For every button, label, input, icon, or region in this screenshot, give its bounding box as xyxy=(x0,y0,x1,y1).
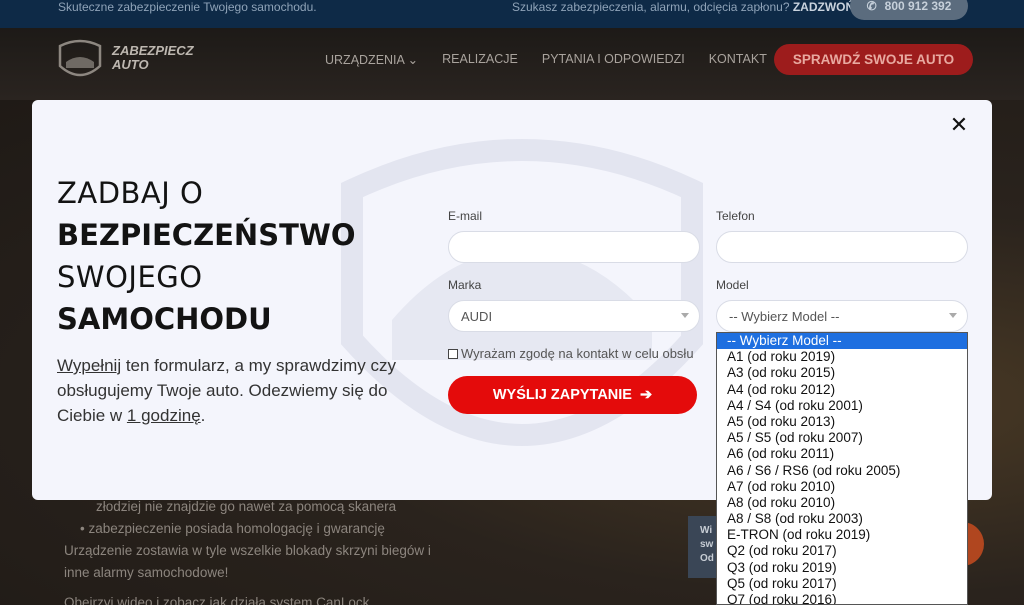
model-option[interactable]: A7 (od roku 2010) xyxy=(717,479,967,495)
model-option[interactable]: A5 / S5 (od roku 2007) xyxy=(717,430,967,446)
email-field[interactable] xyxy=(448,231,700,263)
headline-line-2: BEZPIECZEŃSTWO xyxy=(57,218,356,252)
tagline: Skuteczne zabezpieczenie Twojego samocho… xyxy=(58,0,317,14)
model-option[interactable]: A4 / S4 (od roku 2001) xyxy=(717,398,967,414)
model-option[interactable]: Q3 (od roku 2019) xyxy=(717,560,967,576)
brand-selected-value: AUDI xyxy=(461,308,493,324)
model-option[interactable]: A8 (od roku 2010) xyxy=(717,495,967,511)
fill-form-link[interactable]: Wypełnij xyxy=(57,356,121,375)
phone-icon: ✆ xyxy=(866,0,877,13)
bg-paragraph-2: inne alarmy samochodowe! xyxy=(64,565,229,580)
check-your-car-button[interactable]: SPRAWDŹ SWOJE AUTO xyxy=(774,44,973,75)
nav-item-realizations[interactable]: REALIZACJE xyxy=(442,52,518,67)
top-info-bar: Skuteczne zabezpieczenie Twojego samocho… xyxy=(0,0,1024,28)
phone-number: 800 912 392 xyxy=(884,0,952,13)
model-label: Model xyxy=(716,278,749,292)
close-button[interactable]: ✕ xyxy=(946,112,972,138)
headline-line-3: SWOJEGO xyxy=(57,260,203,294)
nav-item-faq[interactable]: PYTANIA I ODPOWIEDZI xyxy=(542,52,685,67)
model-option[interactable]: Q2 (od roku 2017) xyxy=(717,543,967,559)
model-option[interactable]: Q5 (od roku 2017) xyxy=(717,576,967,592)
brand-select[interactable]: AUDI xyxy=(448,300,700,332)
consent-checkbox[interactable] xyxy=(448,348,458,359)
brand-label: Marka xyxy=(448,278,482,292)
model-option[interactable]: A6 / S6 / RS6 (od roku 2005) xyxy=(717,463,967,479)
model-option[interactable]: A5 (od roku 2013) xyxy=(717,414,967,430)
headline-line-4: SAMOCHODU xyxy=(57,302,272,336)
modal-headline: ZADBAJ O BEZPIECZEŃSTWO SWOJEGO SAMOCHOD… xyxy=(57,172,356,340)
caret-down-icon xyxy=(681,313,689,318)
model-select[interactable]: -- Wybierz Model -- xyxy=(716,300,968,332)
nav-item-contact[interactable]: KONTAKT xyxy=(709,52,767,67)
helpline: Szukasz zabezpieczenia, alarmu, odcięcia… xyxy=(512,0,855,14)
send-inquiry-button[interactable]: WYŚLIJ ZAPYTANIE ➔ xyxy=(448,376,697,414)
model-option[interactable]: Q7 (od roku 2016) xyxy=(717,592,967,604)
model-selected-value: -- Wybierz Model -- xyxy=(729,308,840,324)
model-option[interactable]: A3 (od roku 2015) xyxy=(717,365,967,381)
main-navbar: ZABEZPIECZ AUTO URZĄDZENIA ⌄ REALIZACJE … xyxy=(0,28,1024,100)
caret-down-icon xyxy=(949,313,957,318)
phone-label: Telefon xyxy=(716,209,755,223)
nav-item-devices[interactable]: URZĄDZENIA ⌄ xyxy=(325,52,418,67)
model-option[interactable]: E-TRON (od roku 2019) xyxy=(717,527,967,543)
close-icon: ✕ xyxy=(949,112,969,137)
model-option[interactable]: -- Wybierz Model -- xyxy=(717,333,967,350)
bg-paragraph-3: Obejrzyj wideo i zobacz jak działa syste… xyxy=(64,595,370,605)
chevron-down-icon: ⌄ xyxy=(407,53,419,67)
call-label: ZADZWOŃ xyxy=(792,0,855,14)
headline-line-1: ZADBAJ O xyxy=(57,176,204,210)
bg-bullet-2: • zabezpieczenie posiada homologację i g… xyxy=(80,521,385,536)
model-option[interactable]: A6 (od roku 2011) xyxy=(717,446,967,462)
model-option[interactable]: A4 (od roku 2012) xyxy=(717,382,967,398)
arrow-right-icon: ➔ xyxy=(639,387,653,403)
submit-label: WYŚLIJ ZAPYTANIE xyxy=(492,387,632,403)
model-option[interactable]: A8 / S8 (od roku 2003) xyxy=(717,511,967,527)
logo-text: ZABEZPIECZ AUTO xyxy=(112,43,194,72)
email-label: E-mail xyxy=(448,209,483,223)
consent-text: Wyrażam zgodę na kontakt w celu obsłu xyxy=(461,346,694,361)
bg-paragraph-1: Urządzenie zostawia w tyle wszelkie blok… xyxy=(64,543,431,558)
consent-checkbox-row[interactable]: Wyrażam zgodę na kontakt w celu obsłu xyxy=(448,346,718,361)
phone-button[interactable]: ✆ 800 912 392 xyxy=(850,0,968,20)
nav-menu: URZĄDZENIA ⌄ REALIZACJE PYTANIA I ODPOWI… xyxy=(325,52,767,67)
modal-lead-text: Wypełnij ten formularz, a my sprawdzimy … xyxy=(57,356,396,425)
model-option[interactable]: A1 (od roku 2019) xyxy=(717,349,967,365)
phone-field[interactable] xyxy=(716,231,968,263)
one-hour-link[interactable]: 1 godzinę xyxy=(127,406,201,425)
model-dropdown-list[interactable]: -- Wybierz Model -- A1 (od roku 2019) A3 (… xyxy=(716,332,968,605)
